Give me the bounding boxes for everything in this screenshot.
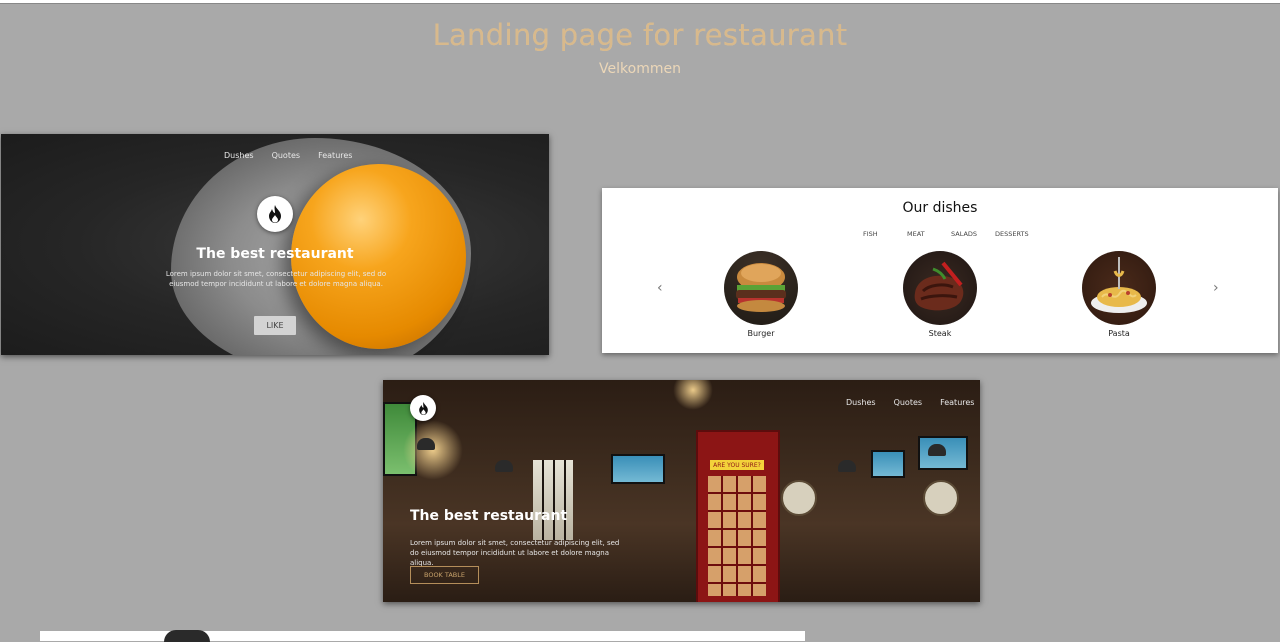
dish-item[interactable]: Burger	[724, 251, 798, 338]
hero-card-egg: Dushes Quotes Features The best restaura…	[1, 134, 549, 355]
clock-image	[781, 480, 817, 516]
hero-card-pub: ARE YOU SURE? Dushes Quotes Features The…	[383, 380, 980, 602]
tab-desserts[interactable]: DESSERTS	[995, 230, 1029, 238]
hero-text: Lorem ipsum dolor sit smet, consectetur …	[410, 539, 620, 567]
tab-fish[interactable]: FISH	[863, 230, 907, 238]
hero-nav: Dushes Quotes Features	[224, 151, 352, 160]
flame-icon	[410, 395, 436, 421]
pasta-image	[1082, 251, 1156, 325]
clock-image	[923, 480, 959, 516]
hero-nav: Dushes Quotes Features	[846, 398, 974, 407]
flame-icon	[257, 196, 293, 232]
steak-image	[903, 251, 977, 325]
hero-title: The best restaurant	[196, 246, 354, 262]
tv-image	[871, 450, 905, 478]
burger-image	[724, 251, 798, 325]
lamp-image	[495, 460, 513, 472]
page-subtitle: Velkommen	[599, 61, 681, 77]
top-border	[0, 0, 1280, 4]
dish-label: Steak	[928, 329, 952, 338]
nav-item-features[interactable]: Features	[940, 398, 974, 407]
tab-meat[interactable]: MEAT	[907, 230, 951, 238]
lamp-image	[928, 444, 946, 456]
phone-booth-image: ARE YOU SURE?	[696, 430, 780, 602]
nav-item-dushes[interactable]: Dushes	[224, 151, 254, 160]
dish-label: Pasta	[1108, 329, 1130, 338]
like-button[interactable]: LIKE	[254, 316, 296, 335]
dish-label: Burger	[747, 329, 775, 338]
tab-salads[interactable]: SALADS	[951, 230, 995, 238]
window-image	[533, 460, 573, 540]
avatar	[164, 630, 210, 642]
dish-item[interactable]: Steak	[903, 251, 977, 338]
hero-text: Lorem ipsum dolor sit smet, consectetur …	[165, 270, 387, 288]
dishes-title: Our dishes	[902, 200, 978, 216]
dish-item[interactable]: Pasta	[1082, 251, 1156, 338]
hero-title: The best restaurant	[410, 508, 568, 524]
chevron-right-icon[interactable]: ›	[1213, 280, 1219, 296]
dish-tabs: FISH MEAT SALADS DESSERTS	[863, 230, 1029, 238]
lamp-image	[417, 438, 435, 450]
lamp-image	[838, 460, 856, 472]
book-table-button[interactable]: BOOK TABLE	[410, 566, 479, 584]
chevron-left-icon[interactable]: ‹	[657, 280, 663, 296]
next-section-card	[40, 631, 805, 641]
dishes-card: Our dishes FISH MEAT SALADS DESSERTS ‹ ›…	[602, 188, 1278, 353]
tv-image	[611, 454, 665, 484]
lamp-glow	[403, 420, 463, 480]
nav-item-dushes[interactable]: Dushes	[846, 398, 876, 407]
nav-item-features[interactable]: Features	[318, 151, 352, 160]
booth-sign: ARE YOU SURE?	[710, 460, 764, 470]
lamp-glow	[673, 380, 713, 410]
nav-item-quotes[interactable]: Quotes	[272, 151, 301, 160]
page-title: Landing page for restaurant	[0, 18, 1280, 52]
nav-item-quotes[interactable]: Quotes	[894, 398, 923, 407]
